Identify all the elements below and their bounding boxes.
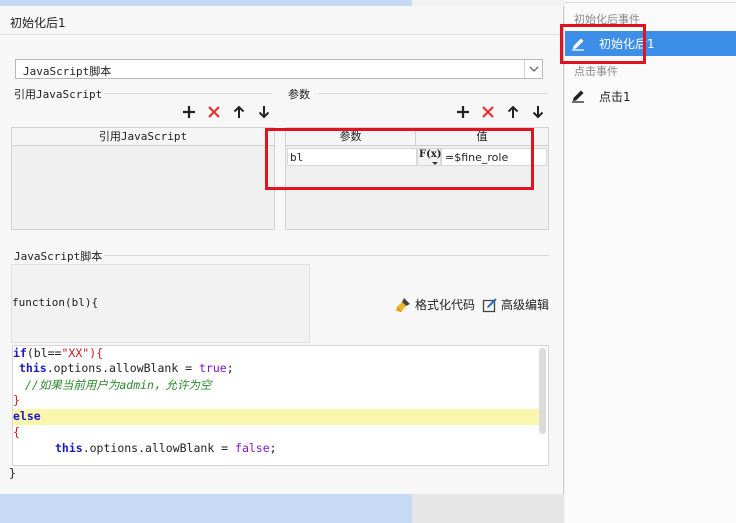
code-line-2: this.options.allowBlank = true; (19, 361, 234, 375)
plus-icon (183, 106, 195, 118)
background-gray-area (412, 494, 564, 523)
ref-js-column-header: 引用JavaScript (12, 128, 274, 146)
section-click-events: 点击事件 (574, 65, 618, 78)
format-code-label: 格式化代码 (415, 298, 476, 312)
code-line-5: else (13, 409, 41, 423)
dialog-title: 初始化后1 (10, 16, 66, 30)
ref-js-list[interactable]: 引用JavaScript (11, 127, 275, 230)
script-type-select[interactable]: JavaScript脚本 (15, 59, 543, 79)
pencil-icon (572, 90, 584, 103)
arrow-down-icon (258, 106, 270, 119)
ref-js-group-line (104, 93, 272, 94)
event-panel-top-edge (565, 0, 736, 3)
script-type-value: JavaScript脚本 (23, 65, 112, 78)
code-line-4: } (13, 393, 20, 407)
advanced-edit-label: 高级编辑 (501, 298, 550, 312)
advanced-edit-button[interactable]: 高级编辑 (482, 296, 549, 313)
ref-js-move-down-button[interactable] (255, 103, 273, 121)
params-group-line (318, 93, 548, 94)
code-editor[interactable]: if(bl=="XX"){ this.options.allowBlank = … (12, 345, 549, 466)
edit-box-icon (482, 297, 497, 312)
function-closing-brace: } (9, 466, 16, 480)
event-item-click-label: 点击1 (599, 89, 631, 104)
script-group-line (104, 255, 549, 256)
cross-icon (482, 106, 494, 118)
cross-icon (208, 106, 220, 118)
arrow-up-icon (233, 105, 245, 118)
code-line-6: { (13, 425, 20, 439)
code-line-1: if(bl=="XX"){ (13, 346, 104, 360)
script-group-label: JavaScript脚本 (14, 250, 103, 263)
event-list-panel: 初始化后事件 初始化后1 点击事件 点击1 (565, 0, 736, 523)
code-line-3: //如果当前用户为admin，允许为空 (25, 378, 212, 392)
param-move-up-button[interactable] (504, 103, 522, 121)
function-signature: function(bl){ (12, 296, 99, 309)
current-line-highlight (13, 409, 539, 425)
ref-js-add-button[interactable] (180, 103, 198, 121)
background-strip-bottom (0, 494, 412, 523)
ref-js-delete-button[interactable] (205, 103, 223, 121)
param-delete-button[interactable] (479, 103, 497, 121)
arrow-up-icon (507, 105, 519, 118)
highlight-box-event (560, 24, 646, 64)
brush-icon (396, 297, 410, 312)
format-code-button[interactable]: 格式化代码 (395, 296, 475, 313)
title-divider (0, 34, 564, 35)
chevron-down-icon[interactable] (524, 60, 542, 78)
event-item-click-1[interactable]: 点击1 (565, 84, 736, 108)
plus-icon (457, 106, 469, 118)
param-move-down-button[interactable] (529, 103, 547, 121)
editor-scrollbar[interactable] (539, 348, 546, 434)
highlight-box-params (265, 128, 534, 190)
param-add-button[interactable] (454, 103, 472, 121)
params-group-label: 参数 (288, 88, 310, 101)
ref-js-move-up-button[interactable] (230, 103, 248, 121)
code-line-7: this.options.allowBlank = false; (55, 441, 277, 455)
ref-js-group-label: 引用JavaScript (14, 88, 103, 101)
function-header-area: function(bl){ (11, 264, 310, 343)
arrow-down-icon (532, 106, 544, 119)
